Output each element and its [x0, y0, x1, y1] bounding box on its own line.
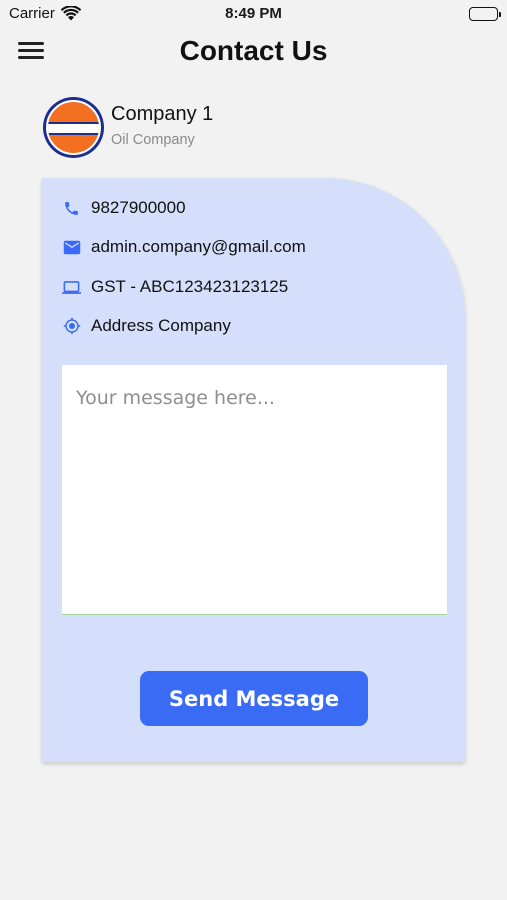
company-name: Company 1 — [111, 103, 214, 125]
phone-row[interactable]: 9827900000 — [62, 196, 186, 220]
send-message-button[interactable]: Send Message — [140, 671, 368, 726]
gst-row: GST - ABC123423123125 — [62, 275, 288, 299]
contact-us-screen: Carrier 8:49 PM Contact Us Company 1 Oil… — [0, 0, 507, 900]
email-row[interactable]: admin.company@gmail.com — [62, 235, 306, 259]
page-title: Contact Us — [179, 35, 328, 66]
mail-icon — [62, 238, 81, 257]
phone-icon — [62, 199, 81, 218]
location-target-icon — [62, 317, 81, 336]
battery-icon — [469, 7, 501, 21]
laptop-icon — [62, 278, 81, 297]
phone-number: 9827900000 — [91, 198, 186, 217]
gst-number: GST - ABC123423123125 — [91, 277, 289, 296]
address-row[interactable]: Address Company — [62, 314, 231, 338]
company-type: Oil Company — [111, 132, 195, 148]
contact-card: 9827900000 admin.company@gmail.com GST -… — [42, 178, 465, 762]
status-bar: Carrier 8:49 PM — [0, 0, 507, 28]
status-time: 8:49 PM — [225, 5, 282, 22]
company-logo — [43, 97, 104, 158]
company-address: Address Company — [91, 316, 231, 335]
email-address: admin.company@gmail.com — [91, 237, 306, 256]
message-input[interactable] — [62, 365, 447, 615]
